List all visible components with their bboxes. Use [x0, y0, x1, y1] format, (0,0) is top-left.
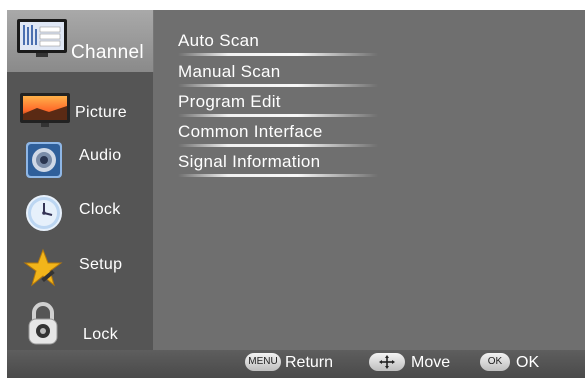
ok-label: OK	[516, 354, 540, 371]
menu-item-divider	[178, 53, 378, 56]
star-icon	[23, 248, 63, 287]
sidebar-item-label: Channel	[71, 42, 144, 63]
menu-item-divider	[178, 114, 378, 117]
menu-key-icon: MENU	[245, 353, 281, 371]
sidebar: Channel Picture Audio Clock Setup Lock	[7, 10, 154, 350]
menu-item-label: Auto Scan	[178, 31, 260, 50]
sidebar-item-setup[interactable]: Setup	[7, 246, 153, 300]
menu-item-common-interface[interactable]: Common Interface	[178, 118, 408, 148]
channel-tv-icon	[17, 19, 67, 57]
sidebar-item-label: Audio	[79, 147, 122, 164]
padlock-icon	[28, 302, 58, 345]
menu-item-signal-information[interactable]: Signal Information	[178, 148, 408, 178]
sidebar-item-label: Setup	[79, 256, 123, 273]
sidebar-item-picture[interactable]: Picture	[7, 86, 153, 140]
return-hint[interactable]: MENU Return	[245, 353, 345, 373]
clock-icon	[26, 195, 62, 231]
menu-item-divider	[178, 174, 378, 177]
speaker-icon	[26, 142, 62, 178]
menu-item-program-edit[interactable]: Program Edit	[178, 88, 408, 118]
ok-key-icon: OK	[480, 353, 510, 371]
menu-item-label: Common Interface	[178, 122, 323, 141]
sidebar-item-label: Clock	[79, 201, 121, 218]
menu-item-auto-scan[interactable]: Auto Scan	[178, 27, 408, 57]
menu-item-label: Manual Scan	[178, 62, 281, 81]
menu-item-divider	[178, 84, 378, 87]
menu-item-divider	[178, 144, 378, 147]
footer-hint-bar: MENU Return Move OK OK	[7, 350, 585, 378]
navigation-arrows-icon	[369, 353, 405, 371]
return-label: Return	[285, 354, 334, 371]
menu-item-label: Signal Information	[178, 152, 321, 171]
channel-menu: Auto Scan Manual Scan Program Edit Commo…	[153, 10, 585, 350]
sidebar-item-lock[interactable]: Lock	[7, 302, 153, 356]
ok-hint[interactable]: OK OK	[480, 353, 570, 373]
move-hint[interactable]: Move	[369, 353, 459, 373]
picture-monitor-icon	[20, 93, 70, 127]
sidebar-item-label: Lock	[83, 326, 118, 343]
menu-item-label: Program Edit	[178, 92, 281, 111]
sidebar-item-channel[interactable]: Channel	[7, 10, 154, 72]
sidebar-item-audio[interactable]: Audio	[7, 137, 153, 191]
tv-menu-screen: Channel Picture Audio Clock Setup Lock A…	[7, 10, 585, 378]
sidebar-item-label: Picture	[75, 104, 127, 121]
move-label: Move	[411, 354, 451, 371]
menu-item-manual-scan[interactable]: Manual Scan	[178, 58, 408, 88]
sidebar-item-clock[interactable]: Clock	[7, 191, 153, 245]
